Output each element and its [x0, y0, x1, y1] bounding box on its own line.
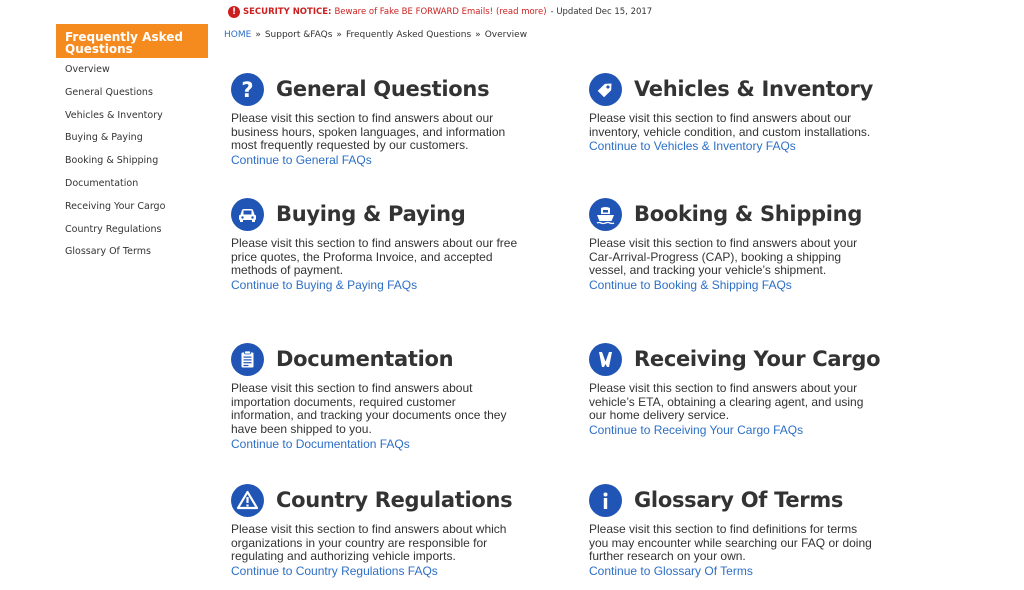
section-title: Country Regulations — [276, 488, 513, 512]
section-description: Please visit this section to find answer… — [231, 236, 518, 278]
tag-icon — [589, 72, 622, 106]
section-header: Receiving Your Cargo — [589, 342, 881, 376]
section-description: Please visit this section to find answer… — [589, 236, 858, 278]
sidebar-list: Overview General Questions Vehicles & In… — [56, 59, 208, 264]
faq-section-glossary: Glossary Of Terms Please visit this sect… — [589, 483, 879, 578]
sidebar-item-vehicles-inventory[interactable]: Vehicles & Inventory — [56, 105, 208, 128]
breadcrumb-separator: » — [255, 30, 261, 40]
sidebar-item-country-regulations[interactable]: Country Regulations — [56, 219, 208, 242]
section-description: Please visit this section to find answer… — [231, 111, 506, 153]
notice-read-more-link[interactable]: (read more) — [496, 5, 547, 19]
question-icon: ? — [231, 72, 264, 106]
section-title: Receiving Your Cargo — [634, 347, 881, 371]
sidebar-header: Frequently Asked Questions — [56, 24, 208, 58]
notice-updated-date: - Updated Dec 15, 2017 — [550, 7, 653, 17]
general-faqs-link[interactable]: Continue to General FAQs — [231, 153, 521, 167]
section-header: Buying & Paying — [231, 197, 521, 231]
faq-section-buying-paying: Buying & Paying Please visit this sectio… — [231, 197, 521, 292]
section-header: Glossary Of Terms — [589, 483, 879, 517]
notice-label: SECURITY NOTICE: — [243, 7, 332, 17]
sidebar-item-booking-shipping[interactable]: Booking & Shipping — [56, 150, 208, 173]
tools-icon — [589, 342, 622, 376]
country-regulations-faqs-link[interactable]: Continue to Country Regulations FAQs — [231, 564, 521, 578]
breadcrumb-home-link[interactable]: HOME — [224, 30, 251, 40]
alert-icon: ! — [228, 6, 240, 18]
section-header: Documentation — [231, 342, 521, 376]
section-title: Booking & Shipping — [634, 202, 863, 226]
section-description: Please visit this section to find answer… — [589, 381, 864, 423]
car-icon — [231, 197, 264, 231]
info-icon — [589, 483, 622, 517]
section-description: Please visit this section to find answer… — [231, 522, 507, 564]
section-description: Please visit this section to find answer… — [589, 111, 871, 139]
notice-text: Beware of Fake BE FORWARD Emails! — [334, 7, 494, 17]
section-header: ? General Questions — [231, 72, 521, 106]
breadcrumb: HOME» Support &FAQs» Frequently Asked Ques… — [224, 28, 527, 42]
section-description: Please visit this section to find answer… — [231, 381, 507, 437]
sidebar-item-general-questions[interactable]: General Questions — [56, 82, 208, 105]
receiving-cargo-faqs-link[interactable]: Continue to Receiving Your Cargo FAQs — [589, 423, 879, 437]
section-title: Glossary Of Terms — [634, 488, 844, 512]
sidebar-item-overview[interactable]: Overview — [56, 59, 208, 82]
sidebar: Frequently Asked Questions Overview Gene… — [56, 24, 208, 264]
warning-icon — [231, 483, 264, 517]
svg-text:?: ? — [241, 78, 253, 102]
section-header: Country Regulations — [231, 483, 521, 517]
buying-paying-faqs-link[interactable]: Continue to Buying & Paying FAQs — [231, 278, 521, 292]
breadcrumb-separator: » — [336, 30, 342, 40]
section-header: Vehicles & Inventory — [589, 72, 879, 106]
section-title: Vehicles & Inventory — [634, 77, 873, 101]
booking-shipping-faqs-link[interactable]: Continue to Booking & Shipping FAQs — [589, 278, 879, 292]
faq-section-vehicles-inventory: Vehicles & Inventory Please visit this s… — [589, 72, 879, 153]
sidebar-item-receiving-cargo[interactable]: Receiving Your Cargo — [56, 196, 208, 219]
faq-section-general-questions: ? General Questions Please visit this se… — [231, 72, 521, 167]
faq-section-receiving-cargo: Receiving Your Cargo Please visit this s… — [589, 342, 881, 437]
section-title: Buying & Paying — [276, 202, 466, 226]
section-header: Booking & Shipping — [589, 197, 879, 231]
vehicles-inventory-faqs-link[interactable]: Continue to Vehicles & Inventory FAQs — [589, 139, 879, 153]
section-title: Documentation — [276, 347, 454, 371]
faq-section-documentation: Documentation Please visit this section … — [231, 342, 521, 451]
sidebar-item-documentation[interactable]: Documentation — [56, 173, 208, 196]
breadcrumb-item-faq[interactable]: Frequently Asked Questions — [346, 30, 471, 40]
sidebar-item-buying-paying[interactable]: Buying & Paying — [56, 127, 208, 150]
sidebar-item-glossary[interactable]: Glossary Of Terms — [56, 241, 208, 264]
faq-section-country-regulations: Country Regulations Please visit this se… — [231, 483, 521, 578]
section-description: Please visit this section to find defini… — [589, 522, 872, 564]
breadcrumb-item-support[interactable]: Support &FAQs — [265, 30, 333, 40]
breadcrumb-separator: » — [475, 30, 481, 40]
security-notice: ! SECURITY NOTICE: Beware of Fake BE FOR… — [228, 5, 652, 19]
breadcrumb-item-overview: Overview — [484, 30, 528, 40]
documentation-faqs-link[interactable]: Continue to Documentation FAQs — [231, 437, 521, 451]
faq-section-booking-shipping: Booking & Shipping Please visit this sec… — [589, 197, 879, 292]
glossary-link[interactable]: Continue to Glossary Of Terms — [589, 564, 879, 578]
ship-icon — [589, 197, 622, 231]
section-title: General Questions — [276, 77, 490, 101]
clipboard-icon — [231, 342, 264, 376]
